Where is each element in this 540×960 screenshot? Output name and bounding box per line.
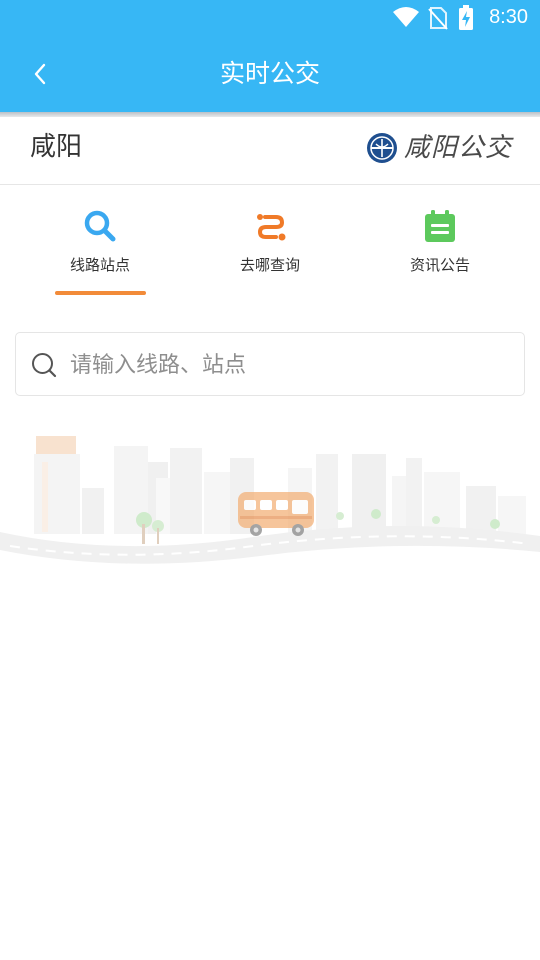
tab-bar: 线路站点 去哪查询 资讯公告 — [0, 186, 540, 301]
search-box[interactable] — [15, 332, 525, 396]
city-bus-illustration — [0, 436, 540, 564]
city-selector[interactable]: 咸阳 — [30, 131, 82, 163]
search-icon — [84, 210, 116, 242]
bus-company-logo — [366, 133, 397, 163]
notice-icon — [425, 210, 455, 242]
tab-label: 资讯公告 — [409, 256, 470, 274]
search-input[interactable] — [70, 345, 510, 385]
tab-where-to[interactable]: 去哪查询 — [190, 208, 350, 278]
route-icon — [257, 214, 286, 241]
brand-name: 咸阳公交 — [403, 133, 512, 163]
status-bar: 8:30 — [0, 0, 540, 36]
tab-indicator — [55, 291, 146, 295]
tab-news-notices[interactable]: 资讯公告 — [360, 208, 520, 278]
tab-label: 去哪查询 — [239, 256, 300, 274]
tab-label: 线路站点 — [69, 256, 130, 274]
battery-charging-icon — [459, 5, 473, 30]
status-time: 8:30 — [489, 6, 528, 28]
city-header: 咸阳 咸阳公交 — [0, 117, 540, 185]
search-icon — [32, 353, 57, 378]
top-bar: 8:30 实时公交 — [0, 0, 540, 112]
page-title: 实时公交 — [219, 59, 320, 88]
wifi-icon — [393, 7, 419, 27]
tab-lines-stations[interactable]: 线路站点 — [20, 208, 180, 278]
no-sim-icon — [428, 7, 448, 30]
brand: 咸阳公交 — [366, 131, 512, 165]
